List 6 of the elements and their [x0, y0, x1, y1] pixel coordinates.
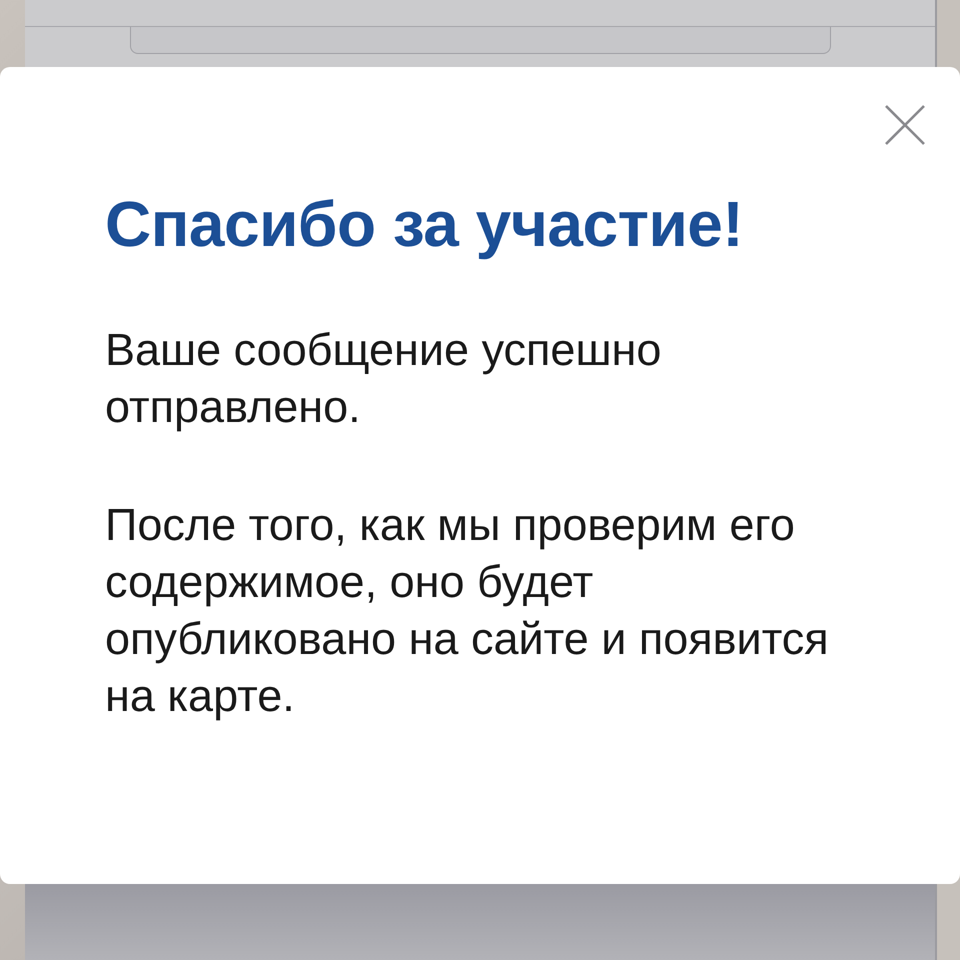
message-text: После того, как мы проверим его содержимое, оно будет опубликовано на сайте и появится на карте. — [105, 498, 830, 723]
close-icon — [885, 105, 925, 145]
input-field[interactable] — [130, 27, 831, 54]
message-text: Ваше сообщение успешно отправлено. — [105, 323, 662, 434]
close-button[interactable] — [885, 105, 925, 145]
dialog-title: Спасибо за участие! — [105, 188, 744, 260]
